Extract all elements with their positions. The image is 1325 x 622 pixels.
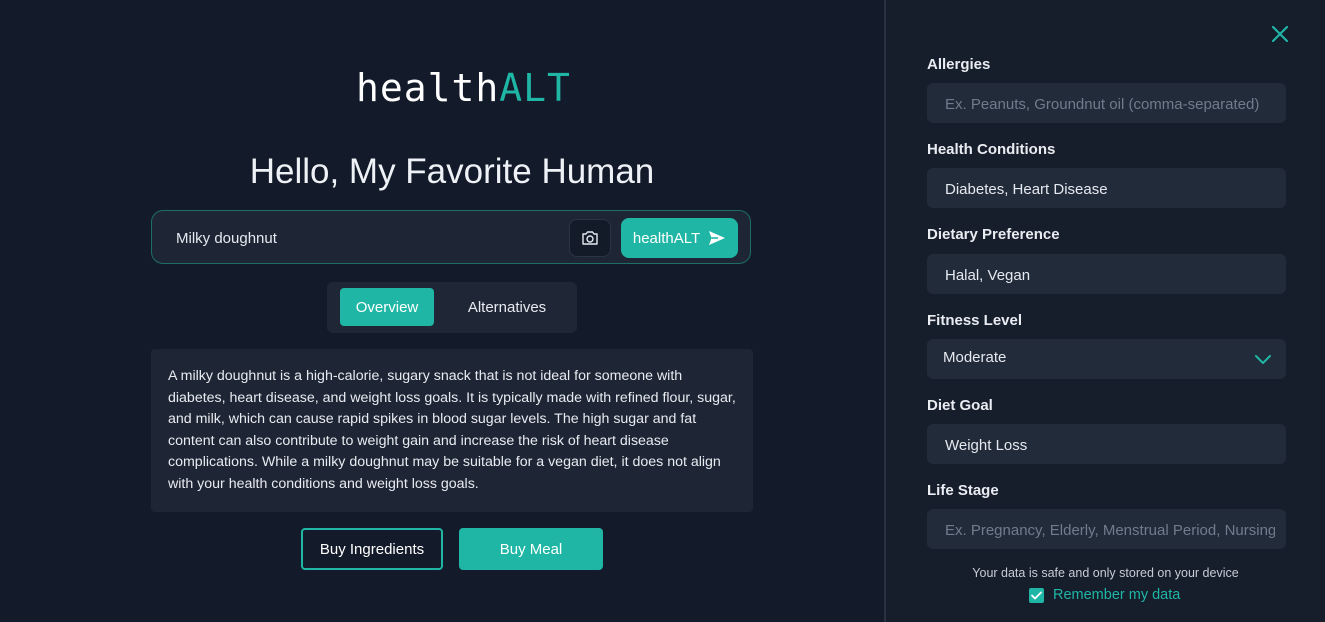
allergies-input[interactable] — [943, 91, 1277, 117]
check-icon — [1031, 591, 1042, 599]
remember-label: Remember my data — [1053, 587, 1181, 603]
search-bar: healthALT — [151, 210, 751, 264]
allergies-label: Allergies — [927, 56, 991, 73]
tab-alternatives[interactable]: Alternatives — [452, 288, 562, 326]
remember-toggle[interactable]: Remember my data — [1029, 587, 1180, 603]
view-tabs: Overview Alternatives — [327, 282, 577, 333]
life-stage-label: Life Stage — [927, 482, 999, 499]
buy-meal-button[interactable]: Buy Meal — [459, 528, 603, 570]
buy-ingredients-button[interactable]: Buy Ingredients — [301, 528, 443, 570]
send-icon — [709, 231, 726, 245]
submit-button[interactable]: healthALT — [621, 218, 738, 258]
chevron-down-icon — [1255, 355, 1271, 364]
brand-logo: healthALT — [356, 66, 571, 110]
brand-part-1: health — [356, 66, 500, 110]
close-icon[interactable] — [1270, 24, 1290, 44]
main-area: healthALT Hello, My Favorite Human healt… — [0, 0, 884, 622]
privacy-note: Your data is safe and only stored on you… — [972, 566, 1239, 580]
health-conditions-input[interactable] — [943, 176, 1277, 202]
health-conditions-label: Health Conditions — [927, 141, 1056, 158]
diet-goal-field-box — [927, 424, 1286, 464]
camera-button[interactable] — [569, 219, 611, 257]
fitness-level-select[interactable]: Moderate — [927, 339, 1286, 379]
tab-overview[interactable]: Overview — [340, 288, 434, 326]
fitness-level-label: Fitness Level — [927, 312, 1023, 329]
search-input[interactable] — [174, 223, 558, 253]
profile-panel: Allergies Health Conditions Dietary Pref… — [886, 0, 1325, 622]
brand-part-2: ALT — [499, 66, 571, 110]
diet-goal-input[interactable] — [943, 432, 1277, 458]
greeting-heading: Hello, My Favorite Human — [249, 152, 655, 191]
submit-label: healthALT — [632, 229, 701, 247]
dietary-preference-field-box — [927, 254, 1286, 294]
life-stage-input[interactable] — [943, 517, 1277, 543]
overview-text: A milky doughnut is a high-calorie, suga… — [151, 349, 753, 512]
diet-goal-label: Diet Goal — [927, 397, 993, 414]
allergies-field-box — [927, 83, 1286, 123]
camera-icon — [582, 231, 598, 245]
dietary-preference-input[interactable] — [943, 262, 1277, 288]
life-stage-field-box — [927, 509, 1286, 549]
health-conditions-field-box — [927, 168, 1286, 208]
dietary-preference-label: Dietary Preference — [927, 226, 1060, 243]
fitness-level-value: Moderate — [943, 349, 1007, 366]
remember-checkbox[interactable] — [1029, 587, 1044, 603]
